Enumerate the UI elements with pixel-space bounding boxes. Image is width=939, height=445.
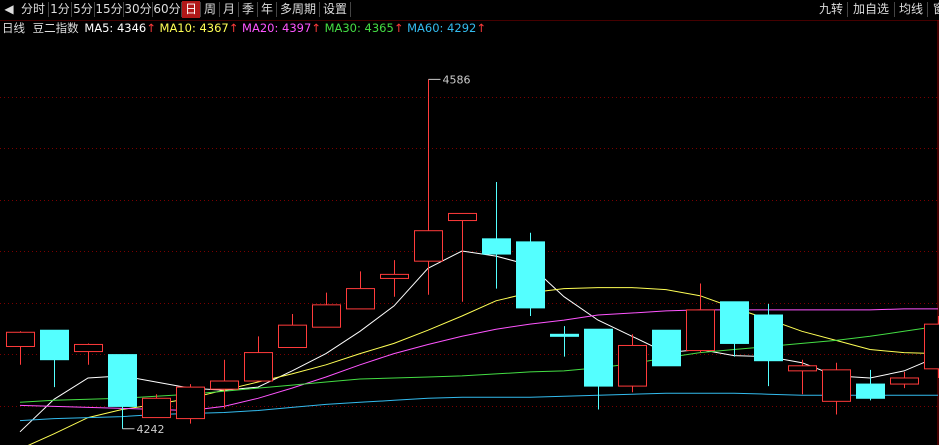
- candle-body-up: [210, 380, 239, 390]
- period-tab-8[interactable]: 月: [220, 1, 238, 18]
- candle-body-up: [380, 273, 409, 279]
- toolbar-right-button-0[interactable]: 九转: [815, 1, 847, 18]
- candle-body-up: [448, 212, 477, 222]
- candle-body-down: [652, 329, 681, 367]
- toolbar-right-button-1[interactable]: 加自选: [848, 1, 894, 18]
- ma-line-ma30: [19, 325, 939, 403]
- period-tab-12[interactable]: 设置: [320, 1, 350, 18]
- candle-body-up: [278, 324, 307, 348]
- candle-body-up: [142, 397, 171, 419]
- candle-body-up: [74, 343, 103, 353]
- candle-body-up: [176, 386, 205, 420]
- period-tab-10[interactable]: 年: [258, 1, 276, 18]
- candle-body-up: [924, 323, 939, 370]
- candle-body-up: [414, 230, 443, 262]
- candle-body-down: [108, 354, 137, 407]
- period-tab-4[interactable]: 30分: [124, 1, 152, 18]
- toolbar-right-button-2[interactable]: 均线: [895, 1, 927, 18]
- period-tab-2[interactable]: 5分: [72, 1, 94, 18]
- period-toolbar: ◀ 分时 1分 5分 15分 30分 60分日周月季年多周期 设置 九转 加自选 均线窗: [0, 0, 939, 20]
- candle-body-up: [244, 352, 273, 382]
- period-tab-5[interactable]: 60分: [153, 1, 181, 18]
- period-tab-7[interactable]: 周: [201, 1, 219, 18]
- period-tab-1[interactable]: 1分: [49, 1, 71, 18]
- candle-body-up: [346, 288, 375, 310]
- candle-body-up: [788, 365, 817, 372]
- period-tab-3[interactable]: 15分: [95, 1, 123, 18]
- candle-body-up: [6, 331, 35, 347]
- period-tab-9[interactable]: 季: [239, 1, 257, 18]
- candle-body-down: [754, 314, 783, 362]
- kline-chart-canvas: 4586 4242: [0, 20, 939, 445]
- candle-body-down: [720, 301, 749, 344]
- min-price-label: 4242: [137, 423, 165, 436]
- period-tab-11[interactable]: 多周期: [277, 1, 319, 18]
- candle-body-up: [822, 369, 851, 402]
- candle-body-up: [890, 377, 919, 385]
- candle-body-down: [40, 329, 69, 361]
- candle-body-down: [856, 383, 885, 399]
- candle-body-up: [618, 344, 647, 387]
- candle-body-down: [584, 328, 613, 387]
- candle-body-down: [482, 238, 511, 255]
- period-tab-6[interactable]: 日: [182, 1, 200, 18]
- toolbar-right-button-3[interactable]: 窗: [928, 1, 939, 18]
- max-price-label: 4586: [443, 73, 471, 86]
- play-back-icon[interactable]: ◀: [2, 1, 16, 18]
- candle-body-down: [516, 241, 545, 309]
- toolbar-separator: [350, 2, 351, 17]
- candle-body-up: [312, 304, 341, 328]
- period-tab-0[interactable]: 分时: [18, 1, 48, 18]
- candle-body-up: [686, 309, 715, 352]
- kline-chart[interactable]: 4586 4242: [0, 20, 939, 445]
- candle-body-down: [550, 333, 579, 337]
